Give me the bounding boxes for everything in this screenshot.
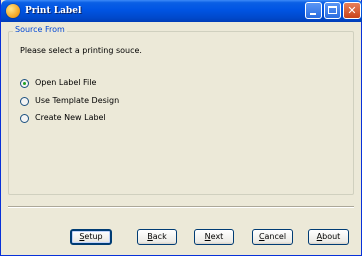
radio-label: Create New Label: [35, 113, 106, 122]
cancel-label: ancel: [264, 232, 287, 241]
print-label-app-icon: [6, 4, 20, 18]
button-separator: [8, 206, 354, 208]
radio-label: Open Label File: [35, 78, 97, 87]
close-icon: ✕: [347, 4, 357, 17]
radio-button[interactable]: [20, 96, 29, 106]
radio-create-new-label[interactable]: Create New Label: [20, 111, 106, 125]
setup-button[interactable]: Setup: [70, 229, 112, 245]
source-prompt: Please select a printing souce.: [20, 46, 142, 55]
about-label: bout: [322, 232, 341, 241]
minimize-icon: [310, 13, 316, 15]
title-bar[interactable]: Print Label ✕: [1, 0, 362, 22]
next-label: ext: [210, 232, 224, 241]
radio-open-label-file[interactable]: Open Label File: [20, 76, 96, 90]
print-label-window: Print Label ✕ Source From Please select …: [0, 0, 362, 256]
cancel-button[interactable]: Cancel: [252, 229, 293, 245]
radio-button[interactable]: [20, 113, 29, 123]
maximize-icon: [328, 6, 337, 14]
back-button[interactable]: Back: [137, 229, 177, 245]
radio-button-checked[interactable]: [20, 78, 29, 88]
setup-label: etup: [84, 232, 103, 241]
about-button[interactable]: About: [308, 229, 349, 245]
maximize-button[interactable]: [324, 2, 341, 19]
next-button[interactable]: Next: [194, 229, 234, 245]
minimize-button[interactable]: [305, 2, 322, 19]
back-label: ack: [152, 232, 167, 241]
close-button[interactable]: ✕: [343, 2, 361, 19]
radio-label: Use Template Design: [35, 96, 120, 105]
window-title: Print Label: [25, 6, 82, 16]
group-legend: Source From: [13, 24, 67, 36]
radio-use-template-design[interactable]: Use Template Design: [20, 94, 119, 108]
